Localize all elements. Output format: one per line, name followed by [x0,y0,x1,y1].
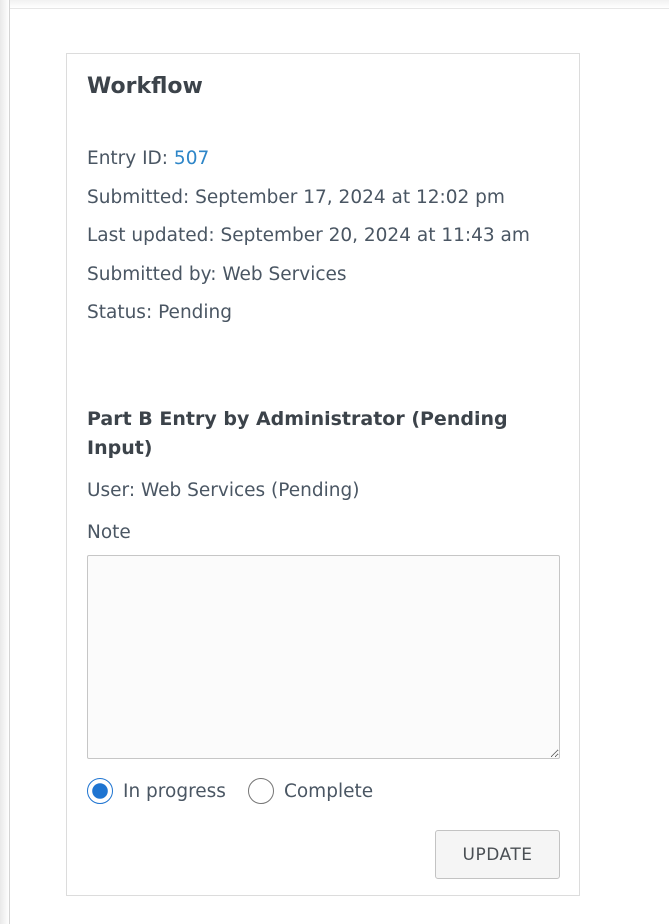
last-updated-date: Last updated: September 20, 2024 at 11:4… [87,225,530,247]
workflow-panel: Workflow Entry ID: 507 Submitted: Septem… [66,53,580,896]
entry-details: Entry ID: 507 Submitted: September 17, 2… [87,140,557,333]
in-progress-label: In progress [123,780,226,802]
entry-id-label: Entry ID: [87,148,174,169]
note-label: Note [87,522,131,543]
complete-label: Complete [283,780,374,802]
submitted-date: Submitted: September 17, 2024 at 12:02 p… [87,186,505,208]
entry-status: Status: Pending [87,302,233,324]
panel-title: Workflow [87,74,203,99]
window-top-border [10,0,669,9]
window-left-border [0,0,10,924]
in-progress-option[interactable]: In progress [87,778,226,804]
entry-id-link[interactable]: 507 [174,148,209,169]
in-progress-radio[interactable] [87,778,113,804]
complete-radio[interactable] [247,778,274,804]
update-button[interactable]: UPDATE [435,830,560,879]
step-assignee: User: Web Services (Pending) [87,480,360,501]
complete-option[interactable]: Complete [247,778,374,804]
entry-id-row: Entry ID: 507 [87,140,557,179]
status-radio-group: In progress Complete [87,776,373,806]
step-title: Part B Entry by Administrator (Pending I… [87,408,508,459]
submitted-by: Submitted by: Web Services [87,263,347,285]
note-textarea[interactable] [87,555,560,759]
